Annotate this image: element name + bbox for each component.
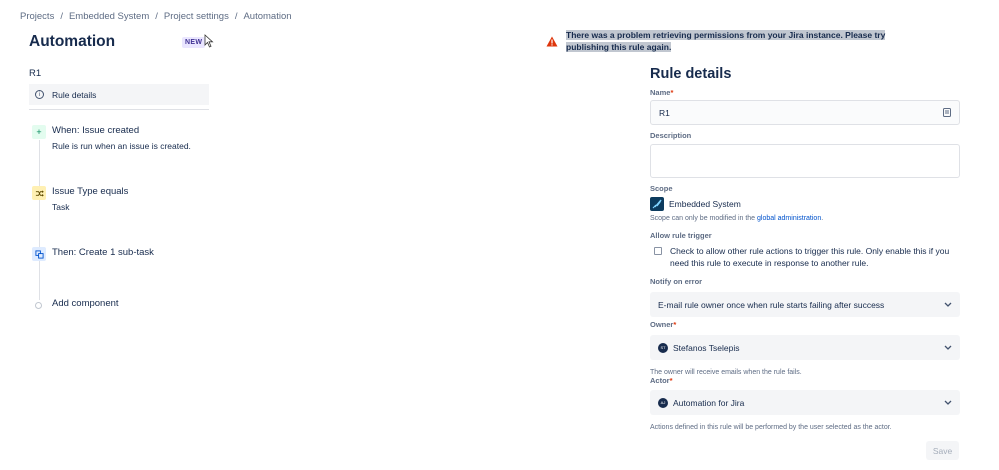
notify-label: Notify on error: [650, 277, 703, 286]
component-action[interactable]: Then: Create 1 sub-task: [32, 247, 154, 261]
page-title: Automation: [29, 33, 116, 50]
component-subtitle: Task: [52, 202, 70, 212]
allow-trigger-label: Allow rule trigger: [650, 231, 712, 240]
description-field-group: Description: [650, 131, 960, 178]
scope-label: Scope: [650, 184, 673, 193]
new-badge: NEW: [182, 37, 206, 48]
allow-trigger-group: Allow rule trigger Check to allow other …: [650, 231, 960, 269]
add-dot-icon: [35, 302, 42, 309]
avatar: ST: [658, 342, 668, 353]
breadcrumb-automation[interactable]: Automation: [243, 11, 291, 22]
owner-helper: The owner will receive emails when the r…: [650, 369, 802, 376]
add-component-button[interactable]: Add component: [32, 298, 119, 309]
mouse-cursor-icon: [204, 34, 214, 48]
shuffle-icon: [32, 186, 46, 200]
breadcrumb-separator: /: [234, 11, 238, 22]
notify-select[interactable]: E-mail rule owner once when rule starts …: [650, 292, 960, 317]
actor-field-group: Actor* AJ Automation for Jira Actions de…: [650, 376, 960, 431]
component-title: Issue Type equals: [52, 186, 129, 197]
timeline-line: [39, 140, 40, 300]
component-condition[interactable]: Issue Type equals Task: [32, 186, 128, 212]
save-button[interactable]: Save: [926, 441, 959, 460]
warning-icon: [546, 36, 558, 47]
rule-details-label: Rule details: [52, 89, 97, 100]
scope-value: Embedded System: [669, 199, 741, 209]
component-subtitle: Rule is run when an issue is created.: [52, 141, 191, 151]
breadcrumb-separator: /: [60, 11, 63, 22]
scope-row: Embedded System: [650, 197, 960, 211]
breadcrumb-project[interactable]: Embedded System: [69, 11, 149, 22]
owner-label: Owner*: [650, 320, 677, 329]
allow-trigger-row: Check to allow other rule actions to tri…: [650, 245, 960, 269]
avatar: AJ: [658, 397, 668, 408]
name-value: R1: [659, 107, 670, 118]
scope-helper: Scope can only be modified in the global…: [650, 215, 824, 222]
component-trigger[interactable]: + When: Issue created Rule is run when a…: [32, 125, 191, 151]
field-menu-icon: [943, 108, 951, 117]
owner-field-group: Owner* ST Stefanos Tselepis The owner wi…: [650, 320, 960, 376]
name-label: Name*: [650, 88, 674, 97]
info-icon: i: [35, 90, 44, 99]
add-component-label: Add component: [52, 298, 119, 309]
actor-helper: Actions defined in this rule will be per…: [650, 424, 892, 431]
global-administration-link[interactable]: global administration: [757, 215, 821, 222]
chevron-down-icon: [944, 302, 952, 307]
owner-value: Stefanos Tselepis: [673, 342, 740, 353]
actor-select[interactable]: AJ Automation for Jira: [650, 390, 960, 415]
breadcrumb: Projects / Embedded System / Project set…: [20, 11, 292, 22]
allow-trigger-checkbox[interactable]: [654, 247, 662, 255]
error-message: There was a problem retrieving permissio…: [566, 30, 886, 52]
rule-details-item[interactable]: i Rule details: [29, 84, 209, 105]
breadcrumb-separator: /: [155, 11, 158, 22]
breadcrumb-projects[interactable]: Projects: [20, 11, 54, 22]
scope-field-group: Scope Embedded System Scope can only be …: [650, 184, 960, 222]
breadcrumb-project-settings[interactable]: Project settings: [164, 11, 229, 22]
actor-value: Automation for Jira: [673, 397, 745, 408]
plus-icon: +: [32, 125, 46, 139]
chevron-down-icon: [944, 345, 952, 350]
owner-select[interactable]: ST Stefanos Tselepis: [650, 335, 960, 360]
component-title: Then: Create 1 sub-task: [52, 247, 154, 258]
chevron-down-icon: [944, 400, 952, 405]
name-field-group: Name* R1: [650, 88, 960, 125]
name-input[interactable]: R1: [650, 100, 960, 125]
allow-trigger-text: Check to allow other rule actions to tri…: [670, 246, 950, 268]
notify-field-group: Notify on error E-mail rule owner once w…: [650, 277, 960, 317]
description-label: Description: [650, 131, 692, 140]
notify-value: E-mail rule owner once when rule starts …: [658, 299, 885, 310]
rule-name: R1: [29, 68, 42, 79]
divider: [29, 109, 209, 110]
description-input[interactable]: [650, 144, 960, 178]
subtask-icon: [32, 247, 46, 261]
project-icon: [650, 197, 664, 211]
actor-label: Actor*: [650, 376, 673, 385]
component-title: When: Issue created: [52, 125, 140, 136]
rule-details-title: Rule details: [650, 66, 732, 82]
